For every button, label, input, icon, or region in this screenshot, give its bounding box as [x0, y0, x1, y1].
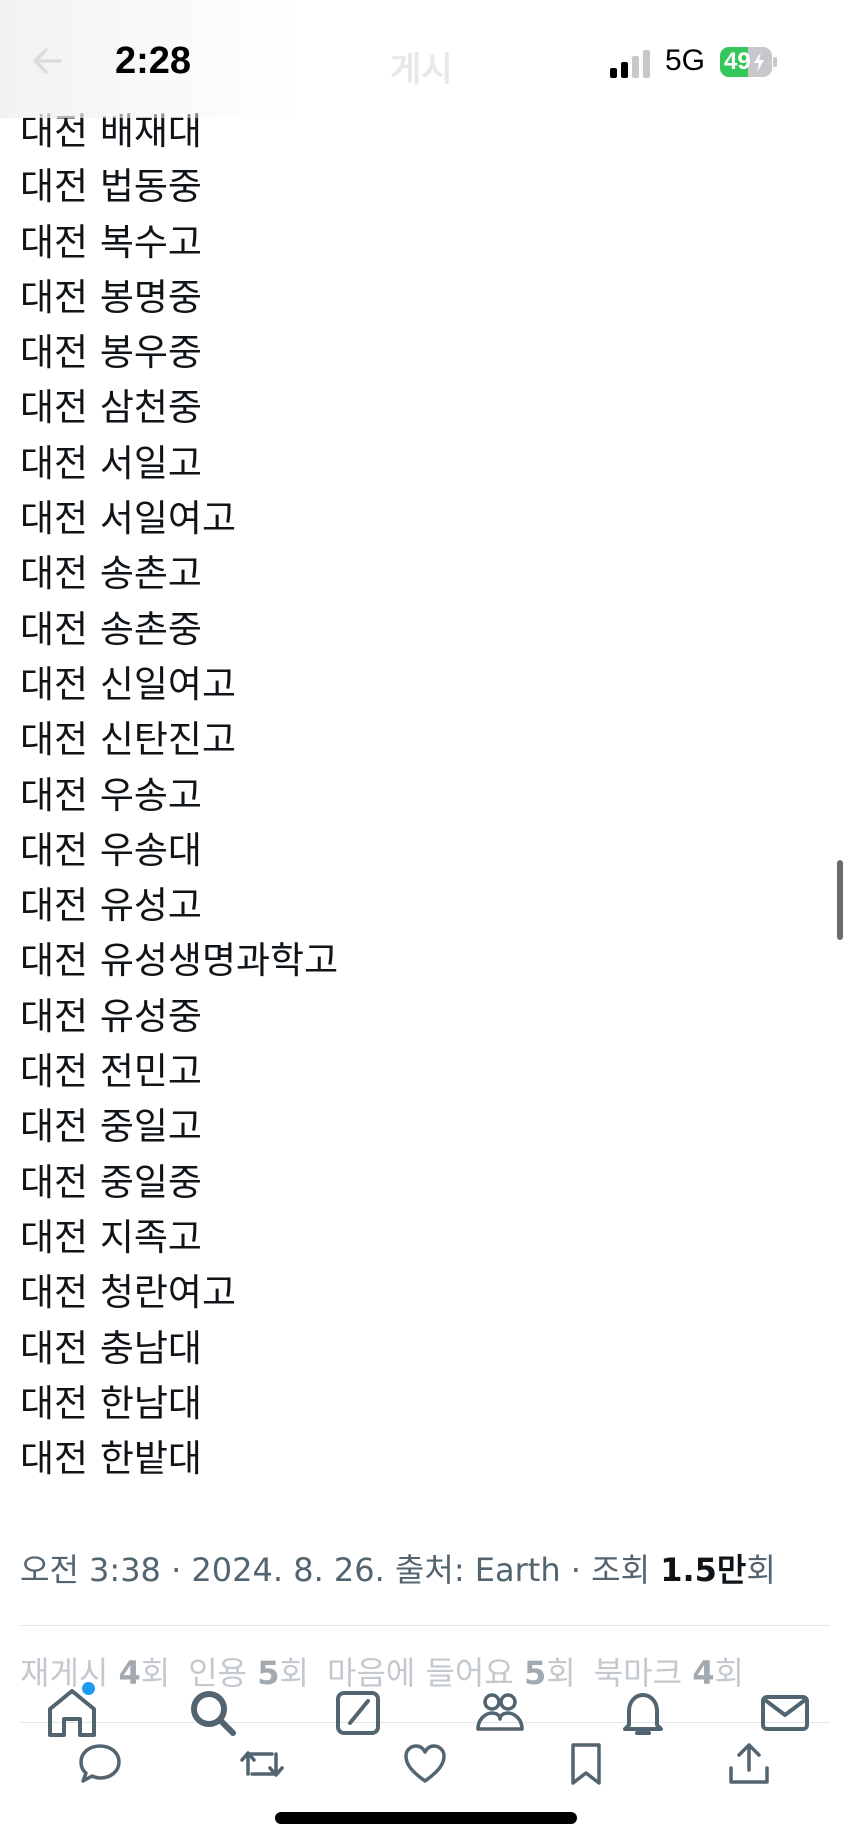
home-indicator[interactable]	[275, 1812, 577, 1824]
list-item: 대전 송촌중	[20, 607, 202, 651]
list-item: 대전 서일여고	[20, 497, 237, 541]
post-meta: 오전 3:38 · 2024. 8. 26. 출처: Earth · 조회 1.…	[20, 1545, 776, 1591]
list-item: 대전 충남대	[20, 1326, 202, 1370]
signal-icon	[610, 50, 650, 78]
home-notification-dot	[82, 1682, 95, 1695]
list-item: 대전 봉우중	[20, 331, 202, 375]
list-item: 대전 중일고	[20, 1105, 202, 1149]
list-item: 대전 유성생명과학고	[20, 939, 339, 983]
list-item: 대전 한밭대	[20, 1437, 202, 1481]
list-item: 대전 송촌고	[20, 552, 202, 596]
communities-icon[interactable]	[472, 1685, 528, 1741]
post-timestamp-source: 오전 3:38 · 2024. 8. 26. 출처: Earth · 조회	[20, 1551, 661, 1589]
compose-icon[interactable]	[330, 1685, 386, 1741]
list-item: 대전 유성중	[20, 994, 202, 1038]
divider	[20, 1625, 830, 1626]
notifications-icon[interactable]	[615, 1685, 671, 1741]
status-time: 2:28	[115, 40, 192, 82]
bookmark-icon[interactable]	[562, 1740, 610, 1788]
school-list: 대전 배재대 대전 법동중 대전 복수고 대전 봉명중 대전 봉우중 대전 삼천중 대전 서…	[20, 104, 338, 1486]
retweet-icon[interactable]	[238, 1740, 286, 1788]
back-arrow-icon[interactable]	[30, 44, 64, 78]
scrollbar[interactable]	[837, 860, 843, 940]
list-item: 대전 지족고	[20, 1215, 202, 1259]
list-item: 대전 우송고	[20, 773, 202, 817]
list-item: 대전 삼천중	[20, 386, 202, 430]
messages-icon[interactable]	[757, 1685, 813, 1741]
list-item: 대전 신탄진고	[20, 718, 237, 762]
search-icon[interactable]	[185, 1685, 241, 1741]
view-count: 1.5만	[660, 1551, 747, 1589]
list-item: 대전 우송대	[20, 828, 202, 872]
list-item: 대전 전민고	[20, 1050, 202, 1094]
post-action-bar	[0, 1740, 850, 1796]
list-item: 대전 법동중	[20, 165, 202, 209]
list-item: 대전 유성고	[20, 884, 202, 928]
like-icon[interactable]	[401, 1740, 449, 1788]
network-type: 5G	[665, 44, 706, 77]
view-unit: 회	[746, 1551, 776, 1589]
header-title: 게시	[390, 50, 453, 90]
list-item: 대전 청란여고	[20, 1271, 237, 1315]
battery-level: 49	[724, 48, 751, 75]
bottom-tab-bar	[0, 1685, 850, 1745]
list-item: 대전 신일여고	[20, 662, 237, 706]
list-item: 대전 중일중	[20, 1160, 202, 1204]
list-item: 대전 한남대	[20, 1381, 202, 1425]
share-icon[interactable]	[725, 1740, 773, 1788]
reply-icon[interactable]	[76, 1740, 124, 1788]
list-item: 대전 서일고	[20, 441, 202, 485]
status-bar: 게시 2:28 5G 49	[0, 0, 850, 118]
list-item: 대전 복수고	[20, 220, 202, 264]
list-item: 대전 봉명중	[20, 275, 202, 319]
